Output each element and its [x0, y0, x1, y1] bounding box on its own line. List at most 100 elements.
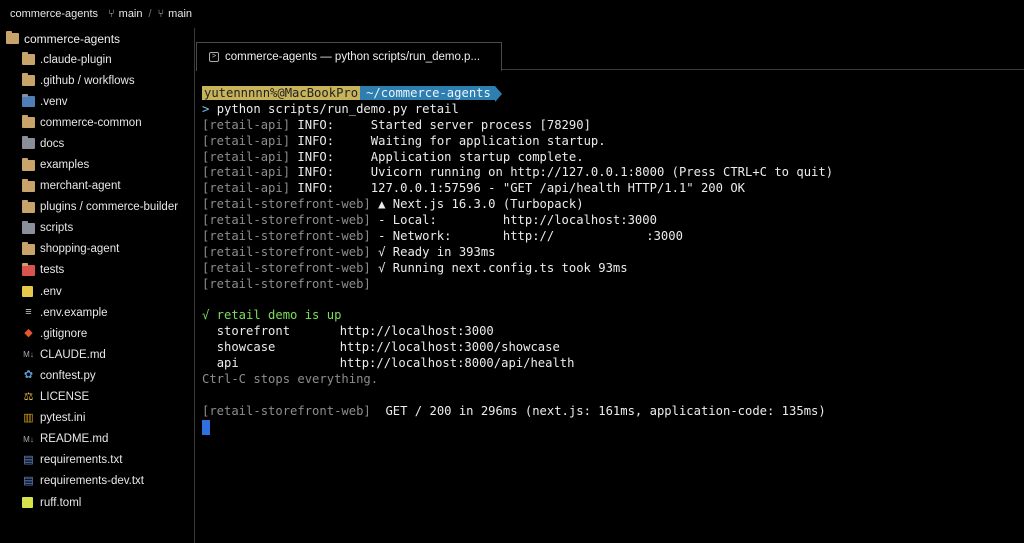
tree-item-label: conftest.py — [40, 369, 96, 382]
folder-icon — [22, 178, 35, 192]
tree-item-tests[interactable]: tests — [0, 260, 194, 281]
log-message: Started server process [78290] — [370, 117, 591, 132]
tree-item-license[interactable]: ⚖ LICENSE — [0, 387, 194, 408]
tree-item-requirements-dev-txt[interactable]: ▤ requirements-dev.txt — [0, 471, 194, 492]
link-name: api — [216, 356, 239, 371]
file-explorer: commerce-agents .claude-plugin .github /… — [0, 28, 195, 543]
log-tag: [retail-storefront-web] — [202, 403, 371, 418]
tree-item-github-workflows[interactable]: .github / workflows — [0, 70, 194, 91]
showcase-link[interactable]: http://localhost:3000/showcase — [340, 340, 560, 354]
env-file-icon — [22, 286, 33, 298]
tree-item-examples[interactable]: examples — [0, 154, 194, 175]
log-level: INFO: — [297, 133, 335, 148]
terminal-output[interactable]: yutennnnn%@MacBookPro ~/commerce-agents >… — [202, 86, 1022, 436]
network-url-suffix: :3000 — [646, 229, 683, 244]
log-line: [retail-storefront-web] - Network: http:… — [202, 229, 1022, 245]
python-folder-icon — [22, 94, 35, 108]
tree-root[interactable]: commerce-agents — [0, 28, 194, 49]
log-line: [retail-api] INFO: Waiting for applicati… — [202, 134, 1022, 150]
link-line: showcase http://localhost:3000/showcase — [202, 340, 1022, 356]
markdown-icon: M↓ — [23, 434, 34, 444]
tree-item-label: CLAUDE.md — [40, 348, 106, 361]
worktree-icon: ⑂ — [157, 8, 165, 20]
branch-name[interactable]: main — [119, 8, 143, 20]
log-message: √ Ready in 393ms — [378, 244, 496, 259]
log-line: [retail-api] INFO: Started server proces… — [202, 118, 1022, 134]
folder-icon — [22, 115, 35, 129]
api-link[interactable]: http://localhost:8000/api/health — [340, 356, 575, 370]
tree-item-label: plugins / commerce-builder — [40, 201, 179, 214]
command-prefix: > — [202, 101, 210, 116]
tree-item-label: shopping-agent — [40, 243, 120, 256]
command-line: > python scripts/run_demo.py retail — [202, 102, 1022, 118]
tree-item-plugins-commerce-builder[interactable]: plugins / commerce-builder — [0, 197, 194, 218]
tree-item-shopping-agent[interactable]: shopping-agent — [0, 239, 194, 260]
log-line: [retail-storefront-web] ▲ Next.js 16.3.0… — [202, 197, 1022, 213]
tree-item-ruff-toml[interactable]: ruff.toml — [0, 492, 194, 513]
tree-item-requirements-txt[interactable]: ▤ requirements.txt — [0, 450, 194, 471]
log-tag: [retail-api] — [202, 117, 291, 132]
tab-bar: > commerce-agents — python scripts/run_d… — [196, 42, 1024, 71]
log-line: [retail-storefront-web] GET / 200 in 296… — [202, 404, 1022, 420]
tests-folder-icon — [22, 262, 35, 276]
tree-item-scripts[interactable]: scripts — [0, 218, 194, 239]
terminal-cursor[interactable] — [202, 419, 210, 435]
log-tag: [retail-storefront-web] — [202, 244, 371, 259]
license-icon: ⚖ — [23, 390, 34, 403]
log-level: INFO: — [297, 149, 335, 164]
project-name[interactable]: commerce-agents — [10, 8, 98, 20]
log-message: - Local: — [378, 213, 437, 228]
tree-item-label: .env.example — [40, 306, 108, 319]
log-line: [retail-api] INFO: Uvicorn running on ht… — [202, 165, 1022, 181]
log-level: INFO: — [297, 117, 335, 132]
terminal-icon: > — [209, 52, 219, 62]
tree-item-merchant-agent[interactable]: merchant-agent — [0, 176, 194, 197]
log-message: √ Running next.config.ts took 93ms — [378, 260, 628, 275]
log-tag: [retail-api] — [202, 149, 291, 164]
worktree-branch-name[interactable]: main — [168, 8, 192, 20]
tree-item-docs[interactable]: docs — [0, 133, 194, 154]
tree-item-label: merchant-agent — [40, 180, 121, 193]
tree-item-pytest-ini[interactable]: ▥ pytest.ini — [0, 408, 194, 429]
log-line: [retail-api] INFO: Application startup c… — [202, 150, 1022, 166]
log-level: INFO: — [297, 165, 335, 180]
tree-item-claude-plugin[interactable]: .claude-plugin — [0, 49, 194, 70]
log-line: [retail-storefront-web] - Local: http://… — [202, 213, 1022, 229]
redacted-block — [554, 229, 647, 244]
tree-item-label: .github / workflows — [40, 74, 135, 87]
python-icon: ✿ — [23, 369, 34, 382]
markdown-icon: M↓ — [23, 350, 34, 360]
tree-item-env[interactable]: .env — [0, 281, 194, 302]
storefront-link[interactable]: http://localhost:3000 — [340, 324, 494, 338]
log-tag: [retail-storefront-web] — [202, 276, 371, 291]
log-tag: [retail-storefront-web] — [202, 197, 371, 212]
tree-item-label: requirements.txt — [40, 454, 123, 467]
hint-text: Ctrl-C stops everything. — [202, 372, 379, 387]
tree-item-commerce-common[interactable]: commerce-common — [0, 112, 194, 133]
tree-item-env-example[interactable]: ≡ .env.example — [0, 302, 194, 323]
prompt-path: ~/commerce-agents — [360, 86, 495, 100]
log-message: Uvicorn running on http://127.0.0.1:8000… — [370, 165, 834, 180]
command-text: python scripts/run_demo.py retail — [216, 101, 459, 116]
link-name: storefront — [216, 324, 291, 339]
requirements-icon: ▤ — [23, 453, 34, 466]
tree-item-label: requirements-dev.txt — [40, 475, 144, 488]
hint-line: Ctrl-C stops everything. — [202, 372, 1022, 388]
status-message: √ retail demo is up — [202, 308, 342, 323]
prompt-user: yutennnnn%@MacBookPro — [202, 86, 361, 100]
status-line: √ retail demo is up — [202, 308, 1022, 324]
tree-item-label: .claude-plugin — [40, 53, 112, 66]
folder-icon — [22, 52, 35, 66]
tree-item-gitignore[interactable]: ◆ .gitignore — [0, 323, 194, 344]
folder-icon — [22, 199, 35, 213]
tab-terminal[interactable]: > commerce-agents — python scripts/run_d… — [196, 42, 502, 71]
log-line: [retail-storefront-web] √ Ready in 393ms — [202, 245, 1022, 261]
tree-item-claude-md[interactable]: M↓ CLAUDE.md — [0, 344, 194, 365]
tree-item-venv[interactable]: .venv — [0, 91, 194, 112]
git-icon: ◆ — [24, 327, 33, 340]
tree-item-readme-md[interactable]: M↓ README.md — [0, 429, 194, 450]
tree-item-conftest-py[interactable]: ✿ conftest.py — [0, 365, 194, 386]
local-url-link[interactable]: http://localhost:3000 — [503, 213, 657, 227]
